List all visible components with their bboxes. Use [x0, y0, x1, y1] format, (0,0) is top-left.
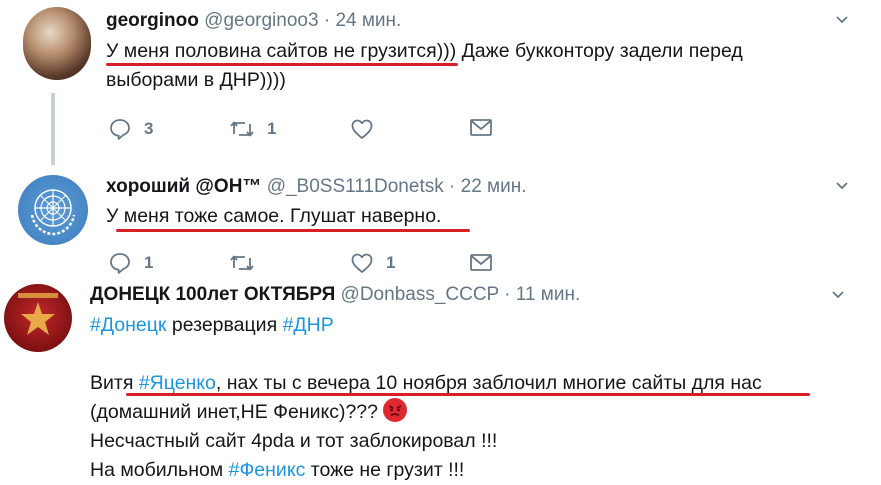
tweet-text-line: У меня тоже самое. Глушат наверно. [106, 205, 442, 227]
tweet-text: У меня половина сайтов не грузится))) Да… [106, 37, 743, 95]
avatar[interactable] [4, 284, 72, 352]
envelope-icon [470, 254, 492, 271]
avatar[interactable] [23, 7, 91, 80]
text-span: (домашний инет,НЕ Феникс)??? [90, 401, 384, 423]
retweet-icon [230, 255, 254, 271]
author-name[interactable]: ДОНЕЦК 100лет ОКТЯБРЯ [90, 284, 335, 305]
tweet-text-line: (домашний инет,НЕ Феникс)??? [90, 398, 762, 427]
tweet-header: хороший @OH™ @_B0SS111Donetsk · 22 мин. [106, 176, 527, 198]
thread-connector [51, 93, 55, 165]
retweet-button[interactable] [229, 251, 255, 275]
tweet-time[interactable]: 11 мин. [516, 284, 580, 305]
retweet-icon [230, 121, 254, 137]
chevron-down-icon[interactable] [836, 14, 848, 26]
hashtag-link[interactable]: #Феникс [229, 459, 306, 481]
chevron-down-icon[interactable] [836, 180, 848, 192]
hashtag-link[interactable]: #Донецк [90, 314, 166, 336]
un-emblem-icon [30, 189, 76, 236]
like-button[interactable]: 1 [350, 251, 395, 275]
text-span: резервация [166, 314, 283, 336]
tweet-text: #Донецк резервация #ДНР Витя #Яценко, на… [90, 311, 762, 485]
tweet-text-line: На мобильном #Феникс тоже не грузит !!! [90, 456, 762, 485]
text-span: , нах ты с вечера 10 ноября заблочил мно… [215, 372, 762, 394]
reply-button[interactable]: 1 [108, 251, 153, 275]
heart-icon [351, 119, 373, 139]
reply-button[interactable]: 3 [108, 117, 153, 141]
like-count: 1 [386, 253, 396, 272]
reply-icon [110, 253, 130, 274]
text-span: тоже не грузит !!! [305, 459, 465, 481]
author-handle[interactable]: @Donbass_CCCP [341, 284, 499, 305]
hashtag-link[interactable]: #ДНР [283, 314, 334, 336]
separator-dot: · [323, 10, 331, 31]
heart-icon [351, 253, 373, 273]
text-span: На мобильном [90, 459, 229, 481]
separator-dot: · [449, 176, 456, 197]
reply-count: 1 [144, 253, 154, 272]
highlight-underline [126, 393, 810, 396]
tweet-text: У меня тоже самое. Глушат наверно. [106, 202, 441, 231]
avatar[interactable] [18, 175, 88, 245]
tweet-header: ДОНЕЦК 100лет ОКТЯБРЯ @Donbass_CCCP · 11… [90, 284, 580, 306]
separator-dot: · [504, 284, 511, 305]
direct-message-button[interactable] [470, 253, 492, 273]
tweet-time[interactable]: 22 мин. [461, 176, 527, 197]
author-name[interactable]: georginoo [106, 10, 199, 31]
highlight-underline [116, 229, 470, 232]
tweet-time[interactable]: 24 мин. [335, 10, 401, 31]
tweet-header: georginoo @georginoo3 · 24 мин. [106, 10, 401, 32]
text-span: Витя [90, 372, 139, 394]
tweet-text-line: У меня половина сайтов не грузится))) Да… [106, 40, 743, 62]
tweet-text-line: выборами в ДНР)))) [106, 69, 286, 91]
hashtag-link[interactable]: #Яценко [139, 372, 216, 394]
retweet-count: 1 [267, 119, 277, 138]
direct-message-button[interactable] [470, 118, 492, 138]
author-handle[interactable]: @georginoo3 [204, 10, 318, 31]
tweet-text-line: Несчастный сайт 4pda и тот заблокировал … [90, 430, 498, 452]
envelope-icon [470, 119, 492, 136]
angry-face-emoji-icon [383, 398, 408, 422]
reply-icon [110, 119, 130, 140]
tweet-text-line: #Донецк резервация #ДНР [90, 311, 762, 340]
highlight-underline [106, 63, 458, 66]
red-star-icon [18, 293, 58, 335]
chevron-down-icon[interactable] [832, 289, 844, 301]
like-button[interactable] [350, 117, 374, 141]
author-handle[interactable]: @_B0SS111Donetsk [267, 176, 444, 197]
retweet-button[interactable]: 1 [229, 117, 276, 141]
author-name[interactable]: хороший @OH™ [106, 176, 261, 197]
reply-count: 3 [144, 119, 154, 138]
